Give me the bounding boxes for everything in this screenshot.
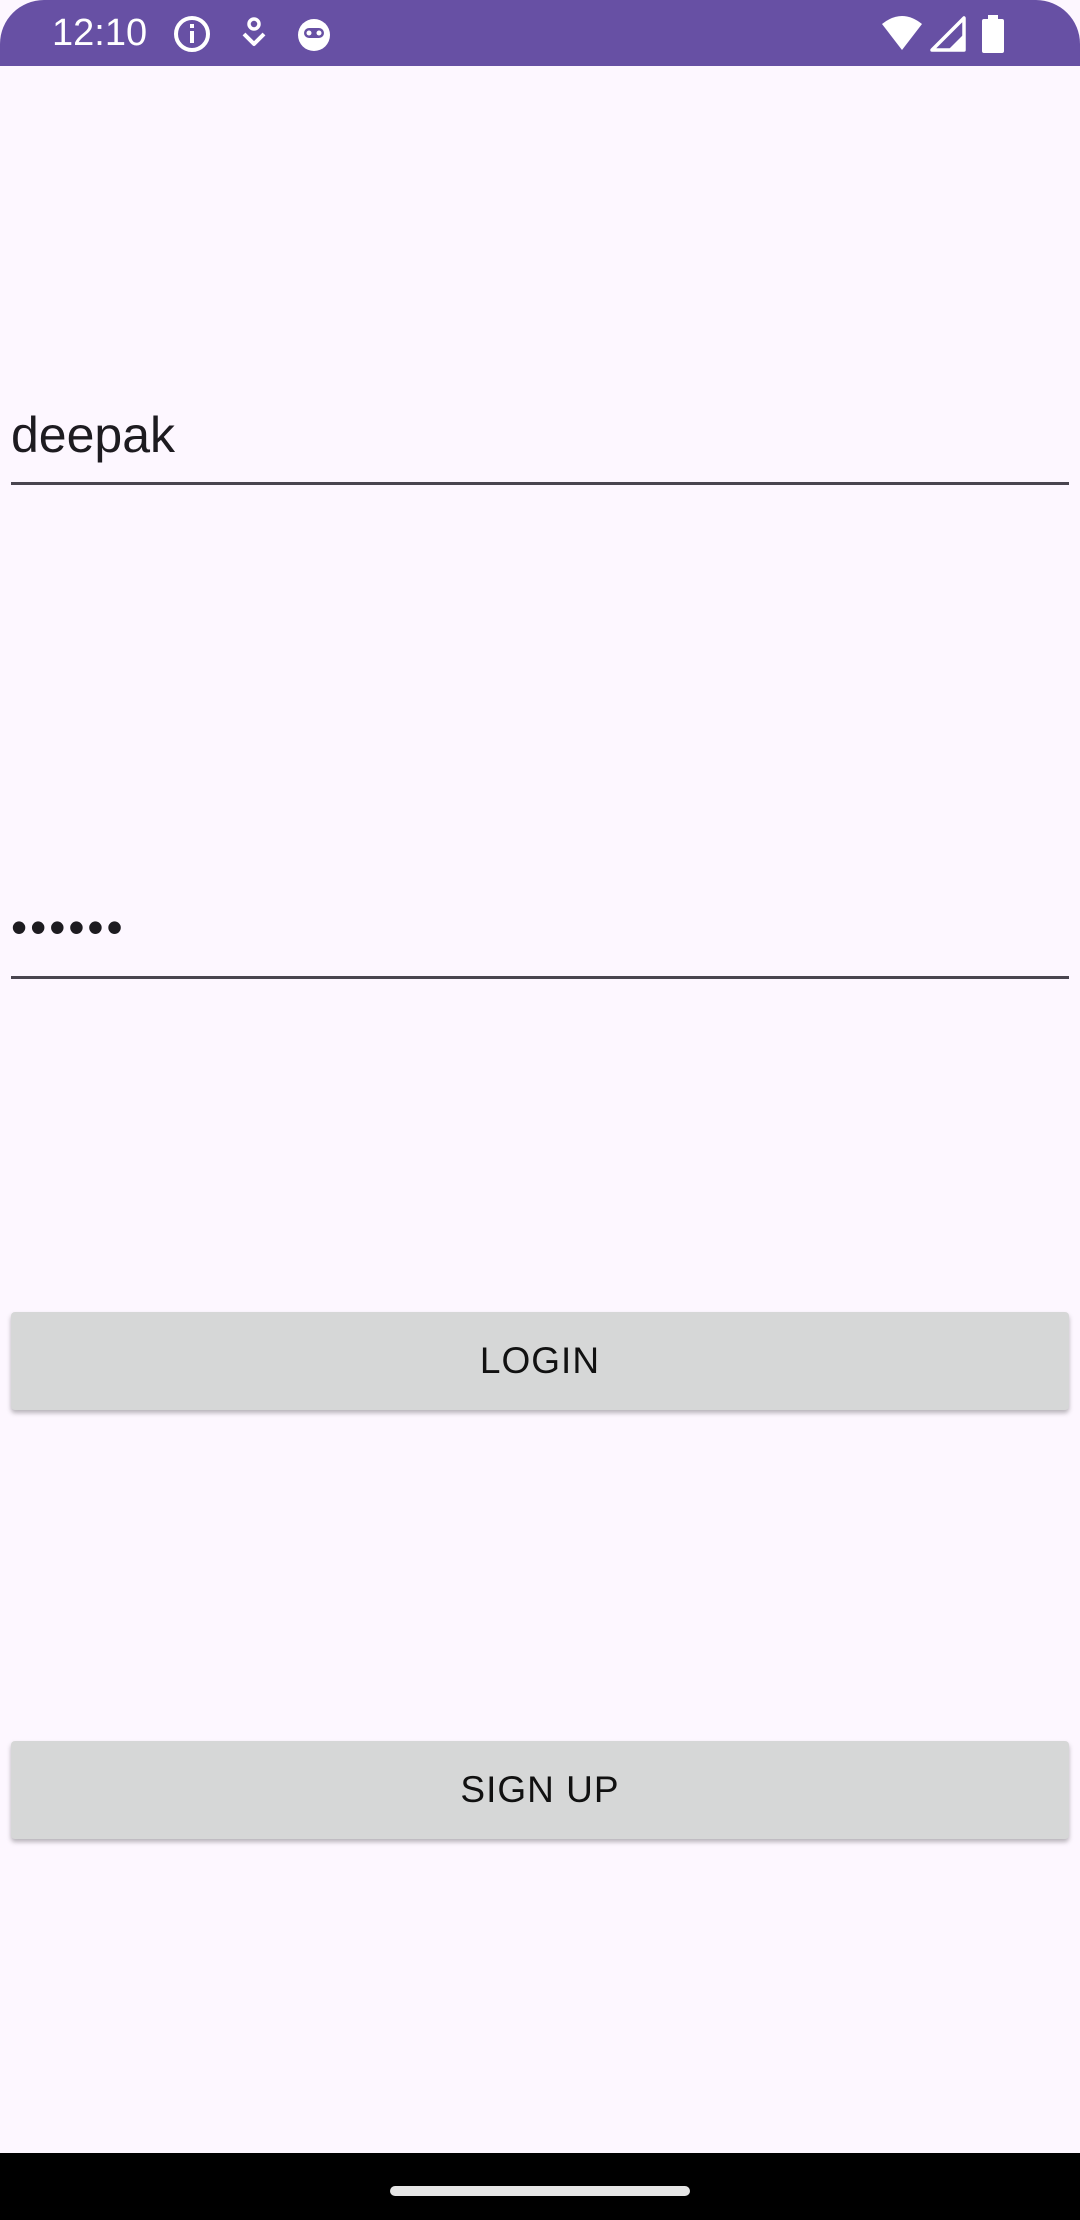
battery-icon <box>978 14 1008 54</box>
signup-button[interactable]: SIGN UP <box>11 1741 1069 1839</box>
download-icon <box>234 14 274 54</box>
home-indicator[interactable] <box>390 2186 690 2196</box>
status-time: 12:10 <box>52 12 148 54</box>
cat-face-icon <box>294 14 334 54</box>
signal-icon <box>928 14 968 54</box>
status-bar: 12:10 <box>0 0 1080 66</box>
password-value: •••••• <box>11 901 126 953</box>
password-field[interactable]: •••••• <box>11 888 1069 979</box>
username-field[interactable]: deepak <box>11 394 1069 485</box>
login-button[interactable]: LOGIN <box>11 1312 1069 1410</box>
navigation-bar <box>0 2153 1080 2220</box>
wifi-icon <box>880 14 924 54</box>
username-value: deepak <box>11 407 176 463</box>
info-icon <box>172 14 212 54</box>
